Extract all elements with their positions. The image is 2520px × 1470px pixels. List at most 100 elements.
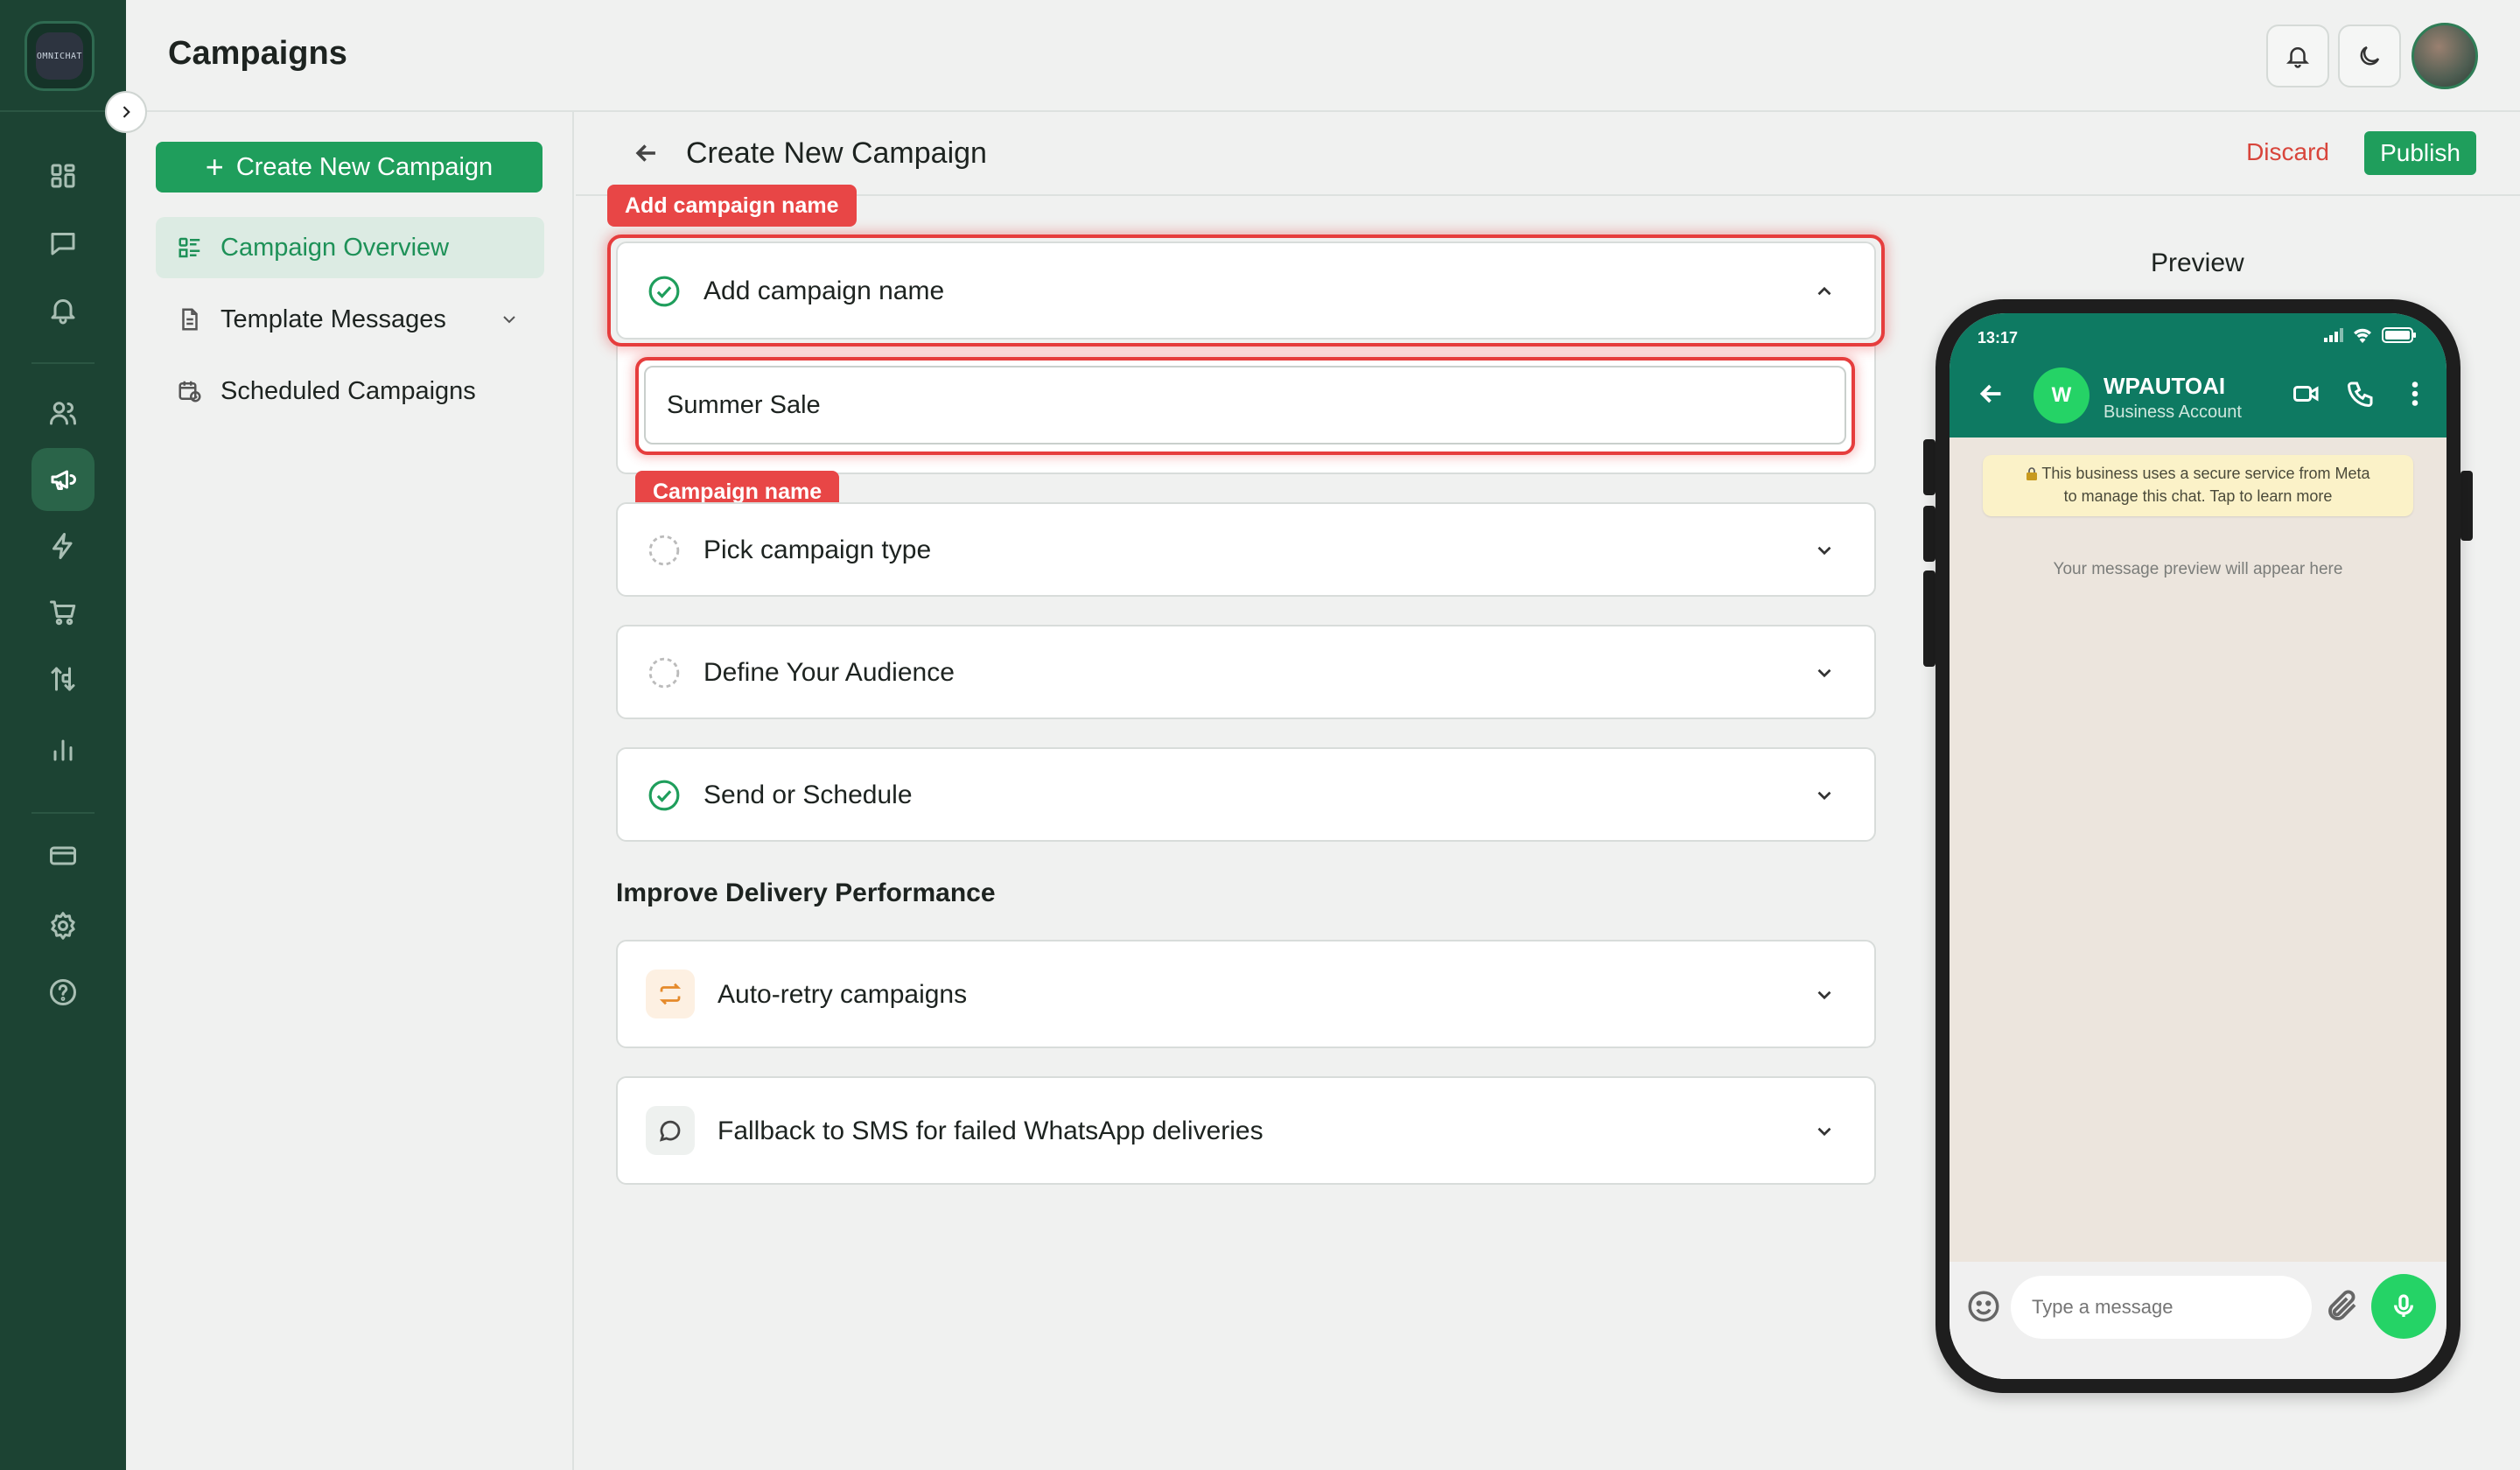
check-circle-icon (648, 779, 681, 812)
message-bubble-icon (646, 1106, 695, 1155)
feature-title: Auto-retry campaigns (718, 980, 968, 1009)
chevron-down-icon[interactable] (1813, 662, 1836, 684)
arrow-left-icon (1979, 384, 2001, 403)
phone-side-button (1923, 570, 1936, 667)
notice-line-2: to manage this chat. Tap to learn more (2063, 487, 2333, 505)
video-call-icon[interactable] (2291, 378, 2322, 410)
rail-divider (32, 362, 94, 364)
step-pick-campaign-type[interactable]: Pick campaign type (616, 502, 1876, 597)
status-icons (2324, 327, 2417, 343)
content-title: Create New Campaign (686, 136, 987, 170)
sidebar-item-label: Campaign Overview (220, 233, 450, 262)
publish-button[interactable]: Publish (2364, 131, 2476, 175)
message-input[interactable] (2011, 1276, 2312, 1339)
step-title: Define Your Audience (704, 658, 955, 687)
page-title: Campaigns (168, 35, 347, 72)
microphone-icon (2394, 1294, 2413, 1317)
lock-icon (2026, 466, 2038, 480)
sidebar-item-label: Template Messages (220, 304, 446, 333)
logo-text: OMNICHAT (36, 32, 83, 80)
theme-toggle-button[interactable] (2338, 24, 2401, 88)
step-define-audience[interactable]: Define Your Audience (616, 625, 1876, 719)
plus-icon: + (205, 149, 224, 185)
sidebar-item-template-messages[interactable]: Template Messages (156, 289, 544, 350)
highlight-campaign-name-input (635, 357, 1855, 455)
more-options-icon[interactable] (2399, 378, 2431, 410)
back-button[interactable] (632, 138, 662, 168)
sidebar-toggle-button[interactable] (105, 91, 147, 133)
chevron-down-icon[interactable] (499, 309, 520, 330)
nav-help-icon[interactable] (32, 961, 94, 1024)
nav-settings-icon[interactable] (32, 894, 94, 957)
step-title: Send or Schedule (704, 780, 913, 809)
overview-icon (178, 237, 200, 258)
attachment-icon[interactable] (2324, 1288, 2361, 1325)
user-avatar[interactable] (2412, 23, 2478, 89)
phone-side-button (1923, 506, 1936, 562)
chevron-down-icon[interactable] (1813, 539, 1836, 562)
chevron-down-icon[interactable] (1813, 784, 1836, 807)
step-title: Pick campaign type (704, 536, 932, 564)
document-icon (182, 308, 198, 331)
sidebar-item-scheduled-campaigns[interactable]: Scheduled Campaigns (156, 360, 544, 422)
nav-users-icon[interactable] (32, 382, 94, 444)
notice-line-1: This business uses a secure service from… (2041, 465, 2370, 482)
rail-divider (32, 812, 94, 814)
chevron-right-icon (122, 106, 130, 118)
step-send-or-schedule[interactable]: Send or Schedule (616, 747, 1876, 842)
feature-auto-retry[interactable]: Auto-retry campaigns (616, 940, 1876, 1048)
signal-icon (2324, 328, 2343, 342)
discard-button[interactable]: Discard (2246, 138, 2329, 166)
phone-call-icon[interactable] (2345, 378, 2376, 410)
moon-icon (2360, 46, 2380, 66)
top-header: Campaigns (126, 0, 2520, 112)
message-preview-placeholder: Your message preview will appear here (2053, 560, 2343, 578)
chat-header: 13:17 W WPAUTOAI Business Account (1950, 313, 2446, 438)
app-rail: OMNICHAT (0, 0, 126, 1470)
status-time: 13:17 (1978, 329, 2019, 346)
campaign-sidebar: + Create New Campaign Campaign Overview … (126, 112, 574, 1470)
nav-bell-icon[interactable] (32, 278, 94, 341)
nav-bar-chart-icon[interactable] (32, 718, 94, 780)
arrow-left-icon (635, 144, 655, 162)
retry-icon (646, 970, 695, 1018)
bell-icon (2286, 47, 2310, 68)
pending-circle-icon (648, 534, 681, 567)
phone-side-button (2460, 471, 2473, 541)
emoji-icon[interactable] (1965, 1288, 2002, 1325)
encryption-notice[interactable]: This business uses a secure service from… (1983, 455, 2413, 516)
preview-label: Preview (2151, 248, 2244, 277)
app-logo[interactable]: OMNICHAT (24, 21, 94, 91)
phone-screen: 13:17 W WPAUTOAI Business Account This b… (1950, 313, 2446, 1379)
sidebar-item-label: Scheduled Campaigns (220, 376, 476, 405)
create-new-campaign-button[interactable]: + Create New Campaign (156, 142, 542, 192)
microphone-button[interactable] (2371, 1274, 2436, 1339)
nav-megaphone-icon[interactable] (32, 448, 94, 511)
chat-business-name: WPAUTOAI (2104, 373, 2226, 399)
battery-icon (2382, 327, 2416, 343)
feature-sms-fallback[interactable]: Fallback to SMS for failed WhatsApp deli… (616, 1076, 1876, 1185)
nav-flow-icon[interactable] (32, 648, 94, 710)
wifi-icon (2354, 328, 2371, 343)
annotation-tag-card: Add campaign name (607, 185, 857, 227)
nav-chat-icon[interactable] (32, 212, 94, 275)
notifications-button[interactable] (2266, 24, 2329, 88)
pending-circle-icon (648, 656, 681, 690)
chat-avatar: W (2034, 368, 2090, 424)
nav-cart-icon[interactable] (32, 581, 94, 644)
content-header: Create New Campaign Discard Publish (576, 112, 2520, 196)
chat-back-button[interactable] (1976, 378, 2007, 410)
chevron-down-icon[interactable] (1813, 984, 1836, 1006)
highlight-campaign-name-card (607, 234, 1885, 346)
section-title: Improve Delivery Performance (616, 878, 996, 907)
chat-business-subtitle: Business Account (2104, 402, 2242, 422)
create-button-label: Create New Campaign (235, 152, 494, 181)
nav-dashboard-icon[interactable] (32, 144, 94, 207)
nav-card-icon[interactable] (32, 824, 94, 887)
calendar-clock-icon (178, 381, 201, 402)
nav-lightning-icon[interactable] (32, 514, 94, 578)
feature-title: Fallback to SMS for failed WhatsApp deli… (718, 1116, 1264, 1145)
chat-input-bar (1950, 1262, 2446, 1379)
sidebar-item-campaign-overview[interactable]: Campaign Overview (156, 217, 544, 278)
chevron-down-icon[interactable] (1813, 1120, 1836, 1143)
